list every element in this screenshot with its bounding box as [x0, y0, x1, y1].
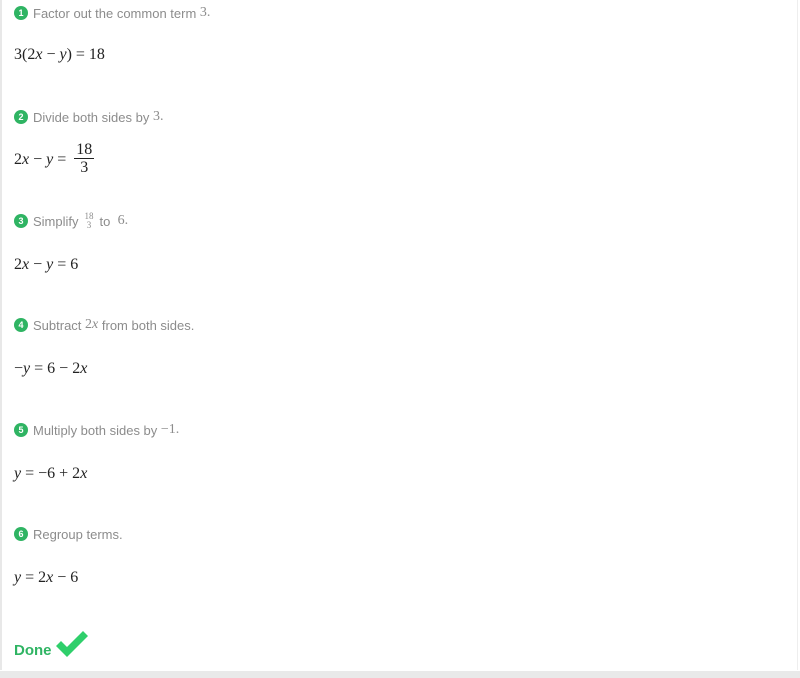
step-3-header: 3 Simplify 18 3 to 6.	[14, 212, 128, 230]
eq-var: y	[14, 465, 22, 482]
eq-part: =	[53, 150, 71, 168]
step-instruction-math: 3.	[152, 109, 164, 124]
eq-var: y	[46, 150, 54, 168]
step-number-badge: 5	[14, 423, 28, 437]
checkmark-icon	[55, 631, 88, 657]
fraction-numerator: 18	[74, 141, 95, 159]
step-number-badge: 3	[14, 214, 28, 228]
eq-part: −	[42, 46, 60, 63]
step-2-equation: 2x − y = 18 3	[14, 141, 95, 177]
eq-var: y	[23, 360, 31, 377]
step-instruction: Simplify	[33, 213, 79, 229]
eq-part: 3(2	[14, 46, 36, 63]
step-instruction: Regroup terms.	[33, 526, 123, 542]
fraction: 18 3	[74, 141, 95, 177]
eq-part: −	[29, 256, 47, 273]
eq-part: ) = 18	[66, 46, 105, 63]
eq-part: − 6	[53, 569, 79, 586]
eq-var: x	[35, 46, 43, 63]
step-instruction-math: −1.	[160, 422, 180, 437]
done-indicator: Done	[14, 628, 90, 659]
step-number-badge: 2	[14, 110, 28, 124]
step-instruction-math: 2x	[85, 317, 98, 333]
eq-var: x	[22, 256, 30, 273]
eq-part: = 2	[21, 569, 47, 586]
step-number-badge: 6	[14, 527, 28, 541]
eq-part: −	[14, 360, 24, 377]
step-instruction: Factor out the common term	[33, 5, 197, 21]
step-5-equation: y = −6 + 2x	[14, 465, 87, 483]
inline-fraction: 18 3	[85, 212, 94, 230]
bottom-border	[0, 671, 800, 678]
step-3-equation: 2x − y = 6	[14, 256, 78, 274]
eq-part: 2	[14, 150, 22, 168]
step-instruction: Divide both sides by	[33, 109, 150, 125]
step-number-badge: 1	[14, 6, 28, 20]
step-instruction: Subtract	[33, 317, 82, 333]
eq-var: y	[59, 46, 67, 63]
eq-part: = 6	[53, 256, 79, 273]
step-instruction-math: 3.	[199, 5, 211, 20]
eq-part: −	[29, 150, 47, 168]
eq-part: = −6 + 2	[21, 465, 81, 482]
eq-var: x	[46, 569, 54, 586]
fraction-denominator: 3	[86, 220, 92, 230]
step-6-header: 6 Regroup terms.	[14, 525, 123, 543]
eq-var: x	[80, 360, 88, 377]
eq-part: 2	[14, 256, 22, 273]
step-number-badge: 4	[14, 318, 28, 332]
step-5-header: 5 Multiply both sides by −1.	[14, 421, 179, 439]
eq-var: y	[14, 569, 22, 586]
step-instruction-to: to	[99, 213, 111, 229]
step-instruction-post: from both sides.	[101, 317, 195, 333]
eq-var: x	[80, 465, 88, 482]
fraction-denominator: 3	[80, 159, 89, 176]
step-2-header: 2 Divide both sides by 3.	[14, 108, 163, 126]
step-instruction: Multiply both sides by	[33, 422, 158, 438]
step-1-equation: 3(2 x − y) = 18	[14, 46, 105, 64]
done-label: Done	[14, 642, 52, 659]
eq-var: x	[22, 150, 30, 168]
eq-part: = 6 − 2	[30, 360, 81, 377]
step-4-header: 4 Subtract 2x from both sides.	[14, 316, 194, 334]
math-var: x	[92, 317, 99, 332]
step-1-header: 1 Factor out the common term 3.	[14, 4, 210, 22]
eq-var: y	[46, 256, 54, 273]
solution-panel	[0, 0, 798, 670]
step-instruction-math: 6.	[117, 213, 129, 228]
math-part: 2	[85, 317, 93, 332]
step-6-equation: y = 2x − 6	[14, 569, 78, 587]
step-4-equation: − y = 6 − 2x	[14, 360, 87, 378]
